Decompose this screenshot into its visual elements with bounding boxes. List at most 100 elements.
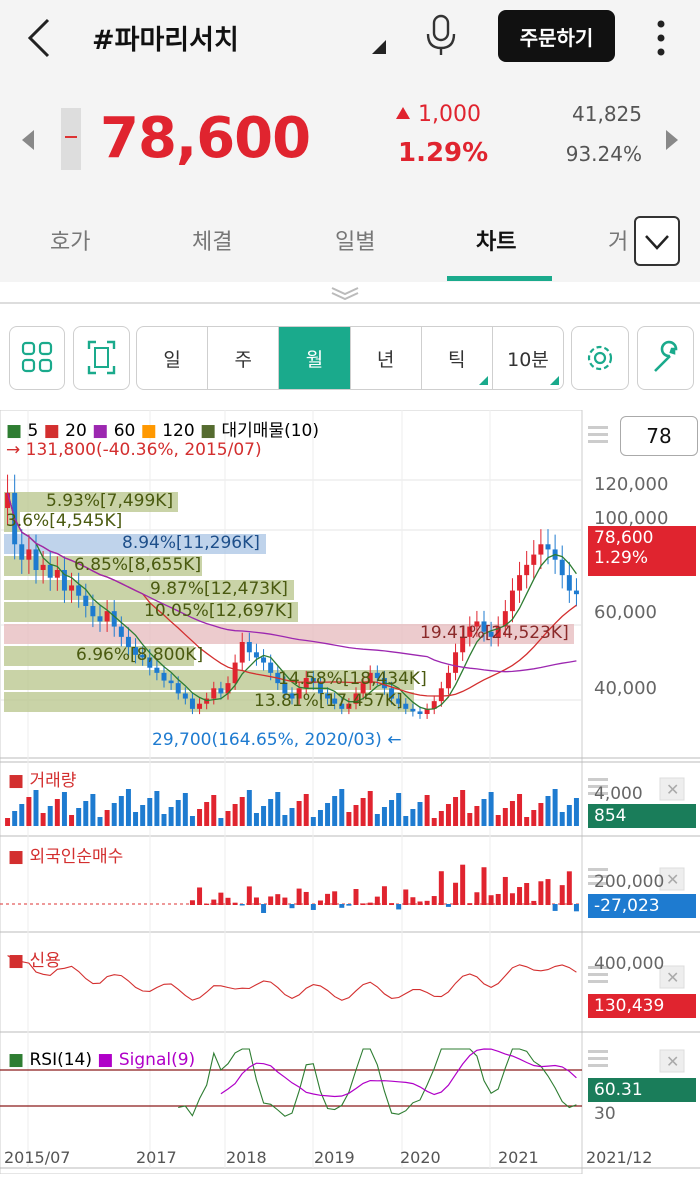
candle-body [268,662,274,673]
foreign-bar [559,885,565,905]
volume-bar [524,817,530,826]
candle-body [410,708,416,712]
mini-candle [61,108,81,170]
stock-title[interactable]: #파마리서치 [92,18,239,57]
volume-bar [467,813,473,826]
period-day[interactable]: 일 [137,327,209,389]
volume-bar [154,791,160,826]
volume-bar [175,800,181,826]
volume-bar [445,804,451,826]
tab-trades[interactable]: 체결 [192,224,232,256]
supply-band-label: 10.05%[12,697K] [144,601,293,621]
foreign-bar [197,887,203,905]
chart-area[interactable]: ✕ ✕ ✕ ✕ ■ 5 ■ 20 ■ 60 ■ 120 ■ 대기매물(10) → 13… [0,409,700,1175]
chart-toolbar: 일 주 월 년 틱 10분 [0,326,700,394]
prev-stock-icon[interactable] [22,130,34,150]
tab-chart[interactable]: 차트 [476,224,516,256]
period-year[interactable]: 년 [351,327,422,389]
volume-bar [296,801,302,826]
foreign-bar [509,893,515,905]
foreign-bar [225,897,231,905]
high-note-text: 131,800(-40.36%, 2015/07) [25,440,262,460]
layout-button[interactable] [9,326,65,390]
fullscreen-button[interactable] [73,326,130,390]
tab-daily[interactable]: 일별 [335,224,375,256]
volume-bar [19,804,25,826]
low-note: 29,700(164.65%, 2020/03) ← [152,730,402,750]
volume-bar [47,806,53,826]
next-stock-icon[interactable] [666,130,678,150]
volume-bar [289,808,295,826]
foreign-bar [417,901,423,905]
volume-bar [559,812,565,826]
candle-body [538,544,544,555]
legend-ma5: 5 [27,421,39,441]
chart-count-selector[interactable]: 78 [620,416,698,456]
collapse-grip-icon[interactable] [330,286,360,300]
period-10min[interactable]: 10분 [493,327,563,389]
volume-bar [381,807,387,826]
foreign-bar [261,904,267,913]
volume-title-text: 거래량 [29,771,77,791]
close-icon: ✕ [666,968,679,987]
volume-bar [552,789,558,826]
foreign-bar [346,904,352,906]
supply-band-label: 6.96%[8,800K] [76,645,204,665]
foreign-bar [396,904,402,910]
tab-more[interactable]: 거 [608,224,628,256]
candle-body [47,564,53,578]
legend-ma60-swatch: ■ [92,421,109,441]
volume-bar [353,805,359,826]
volume-bar [488,792,494,826]
current-price-tag-value: 78,600 [594,528,654,548]
x-axis-label: 2018 [226,1148,267,1167]
tab-bar: 호가 체결 일별 차트 거 [0,210,700,282]
volume-ratio: 93.24% [565,142,642,166]
rsi-title-text: RSI(14) [29,1050,92,1070]
foreign-bar [239,904,245,906]
active-tab-indicator [447,276,552,281]
volume-bar [566,805,572,826]
tab-hoga[interactable]: 호가 [50,224,90,256]
candle-body [154,667,160,673]
tab-expand-button[interactable] [634,216,680,266]
foreign-bar [495,893,501,905]
price-change-value: 1,000 [418,102,481,127]
volume-bar [161,814,167,826]
microphone-icon[interactable] [424,14,458,56]
supply-band-label: 6.85%[8,655K] [74,555,202,575]
price-axis-120000: 120,000 [594,474,669,495]
more-menu-icon[interactable] [651,16,671,60]
foreign-bar [218,892,224,905]
volume-bar [282,815,288,826]
tools-button[interactable] [637,326,694,390]
foreign-bar [474,892,480,905]
period-month[interactable]: 월 [279,327,351,389]
volume-bar [310,817,316,826]
candle-body [566,575,572,591]
candle-body [453,652,459,673]
volume-bar [26,797,32,826]
back-arrow-icon[interactable] [22,16,62,60]
volume-bar [453,797,459,826]
main-drag-handle [588,440,608,443]
volume-bar [83,801,89,826]
supply-band-label: 14.58%[18,434K] [278,669,427,689]
period-tick[interactable]: 틱 [422,327,493,389]
candle-body [182,693,188,699]
volume-bar [495,815,501,826]
volume-bar [218,818,224,826]
volume-bar [33,790,39,826]
foreign-bar [275,894,281,905]
dropdown-triangle-icon[interactable] [372,40,386,54]
volume-bar [232,804,238,826]
current-pct-tag-value: 1.29% [594,548,649,568]
order-button[interactable]: 주문하기 [498,10,615,62]
volume-bar [410,809,416,826]
candle-body [545,544,551,550]
foreign-bar [453,882,459,905]
foreign-bar [303,891,309,905]
period-week[interactable]: 주 [208,327,280,389]
volume-bar [275,792,281,826]
settings-button[interactable] [571,326,629,390]
